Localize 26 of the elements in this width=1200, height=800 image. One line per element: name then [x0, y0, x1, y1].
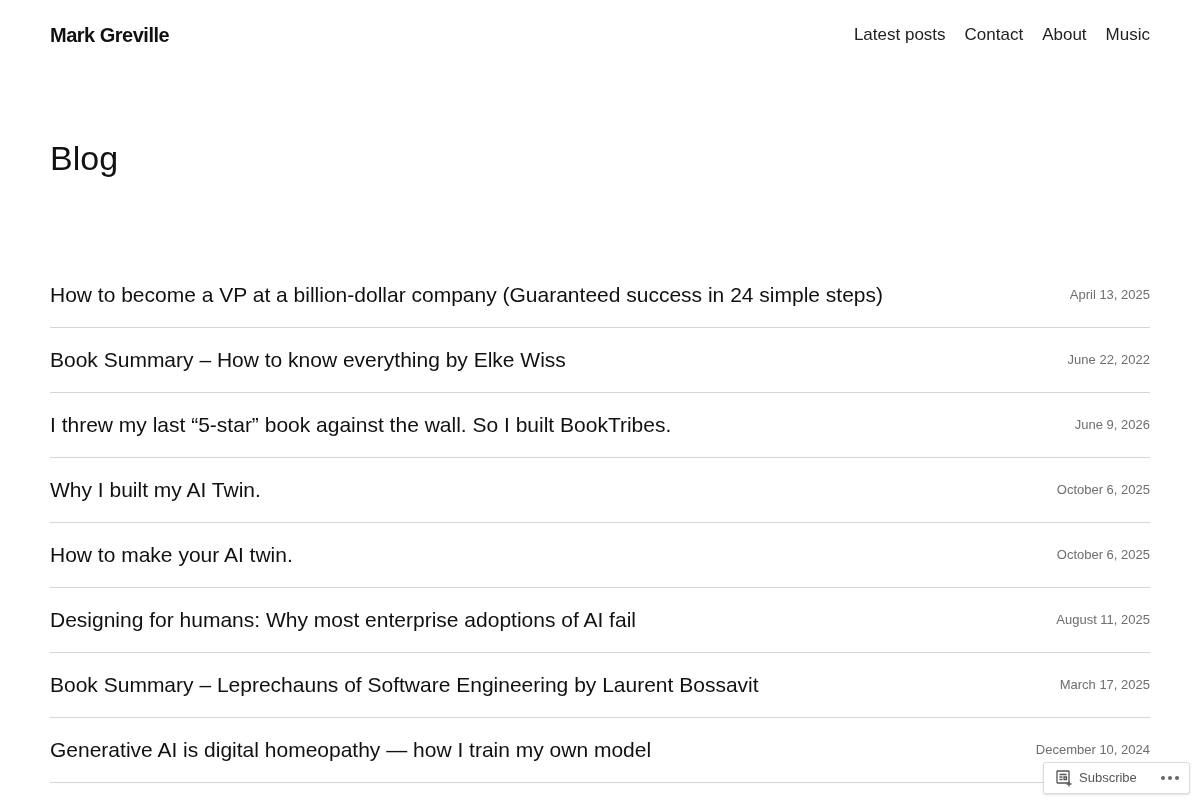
post-date: April 13, 2025	[1069, 287, 1150, 303]
post-date: August 11, 2025	[1056, 612, 1150, 628]
post-title-link[interactable]: Why I built my AI Twin.	[50, 476, 261, 504]
nav-link[interactable]: Contact	[964, 22, 1024, 48]
subscribe-button[interactable]: Subscribe	[1056, 768, 1137, 788]
post-title-link[interactable]: How to become a VP at a billion-dollar company (Guaranteed success in 24 simple steps)	[50, 281, 884, 309]
post-title-link[interactable]: How to make your AI twin.	[50, 541, 293, 569]
post-title-link[interactable]: Generative AI is digital homeopathy — how I train my own model	[50, 736, 652, 764]
page-heading: Blog	[50, 138, 120, 179]
nav-link[interactable]: Latest posts	[853, 22, 946, 48]
post-title-link[interactable]: Book Summary – How to know everything by Elke Wiss	[50, 346, 566, 374]
nav-link[interactable]: About	[1042, 22, 1087, 48]
post-title-link[interactable]: Book Summary – Leprechauns of Software Engineering by Laurent Bossavit	[50, 671, 759, 699]
post-date: October 6, 2025	[1056, 547, 1150, 563]
post-date: June 22, 2022	[1067, 352, 1150, 368]
post-title-link[interactable]: Designing for humans: Why most enterprise adoptions of AI fail	[50, 606, 636, 634]
post-date: March 17, 2025	[1059, 677, 1150, 693]
ellipsis-icon	[1161, 776, 1179, 780]
post-title-link[interactable]: I threw my last “5-star” book against the wall. So I built BookTribes.	[50, 411, 672, 439]
post-date: December 10, 2024	[1035, 742, 1150, 758]
post-date: June 9, 2026	[1074, 417, 1150, 433]
reader-plus-icon	[1056, 769, 1073, 787]
post-date: October 6, 2025	[1056, 482, 1150, 498]
more-options-button[interactable]	[1161, 776, 1179, 780]
nav-link[interactable]: Music	[1105, 22, 1150, 48]
site-title[interactable]: Mark Greville	[50, 20, 170, 50]
